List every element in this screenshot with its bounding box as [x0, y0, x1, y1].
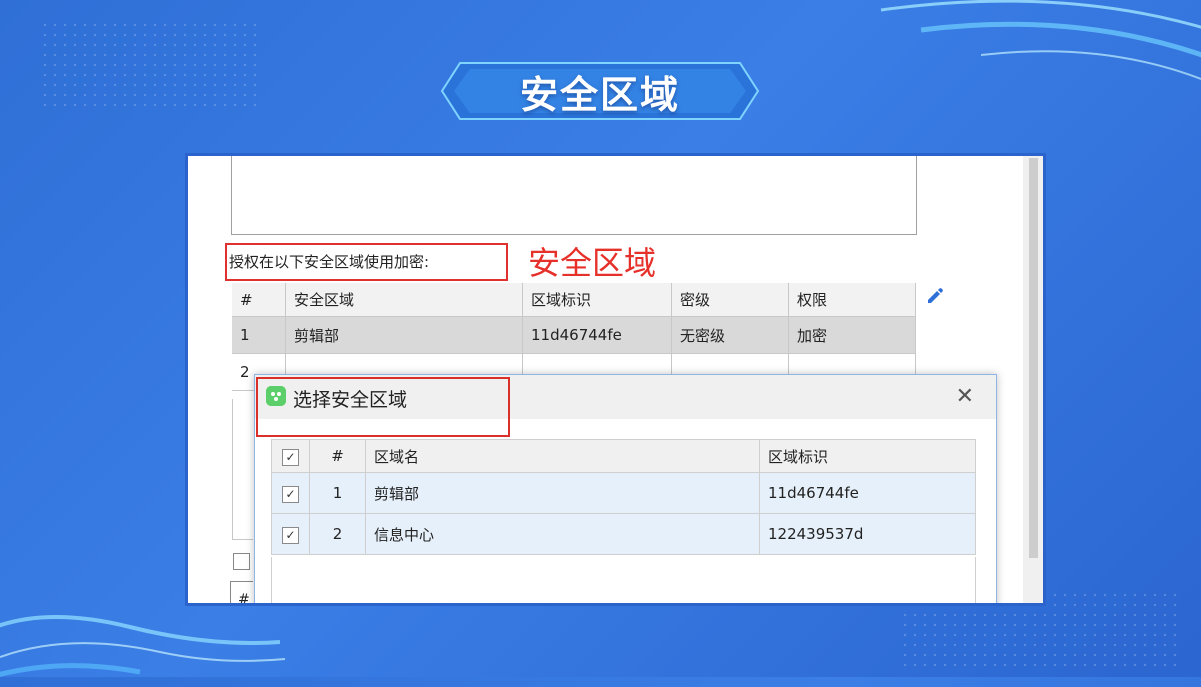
cell-zone-id: 11d46744fe — [522, 316, 672, 354]
select-all-checkbox[interactable]: ✓ — [282, 448, 299, 466]
column-header-level[interactable]: 密级 — [671, 283, 789, 317]
cell-index: 1 — [309, 472, 366, 514]
scrollbar-thumb[interactable] — [1029, 158, 1038, 558]
row-checkbox-cell[interactable]: ✓ — [271, 513, 310, 555]
decorative-dots-left — [40, 20, 260, 110]
cell-zone-name: 信息中心 — [365, 513, 760, 555]
row-checkbox[interactable]: ✓ — [282, 526, 299, 544]
pencil-icon[interactable] — [925, 286, 945, 306]
select-all-cell[interactable]: ✓ — [271, 439, 310, 473]
close-icon[interactable]: ✕ — [956, 384, 974, 409]
decorative-swoosh-bottom-left — [0, 615, 286, 677]
cell-zone: 剪辑部 — [285, 316, 523, 354]
column-header-zone-name[interactable]: 区域名 — [365, 439, 760, 473]
column-header-index[interactable]: # — [309, 439, 366, 473]
cell-zone-id: 122439537d — [759, 513, 976, 555]
cell-index: 2 — [309, 513, 366, 555]
auth-label: 授权在以下安全区域使用加密: — [229, 253, 430, 271]
column-header-zone-id[interactable]: 区域标识 — [759, 439, 976, 473]
table-row[interactable]: ✓ 1 剪辑部 11d46744fe — [271, 472, 976, 514]
annotation-label: 安全区域 — [528, 244, 657, 282]
option-checkbox[interactable] — [233, 553, 250, 570]
column-header-zone-id[interactable]: 区域标识 — [522, 283, 672, 317]
cell-zone-id: 11d46744fe — [759, 472, 976, 514]
dialog-table-header: ✓ # 区域名 区域标识 — [271, 439, 976, 473]
text-area-box — [231, 156, 917, 235]
table-row[interactable]: ✓ 2 信息中心 122439537d — [271, 513, 976, 555]
decorative-swoosh-top-right — [880, 0, 1201, 81]
zone-select-table: ✓ # 区域名 区域标识 ✓ 1 剪辑部 11d46744fe ✓ 2 信息中心… — [271, 439, 976, 555]
table-row[interactable]: 1 剪辑部 11d46744fe 无密级 加密 — [232, 316, 916, 354]
slide-title-badge: 安全区域 — [440, 55, 760, 127]
scrollbar[interactable] — [1023, 156, 1043, 603]
table-header-row: # 安全区域 区域标识 密级 权限 — [232, 283, 916, 317]
cell-permission: 加密 — [788, 316, 916, 354]
column-header-index[interactable]: # — [232, 283, 286, 317]
slide-title: 安全区域 — [519, 72, 680, 117]
row-checkbox-cell[interactable]: ✓ — [271, 472, 310, 514]
cell-zone-name: 剪辑部 — [365, 472, 760, 514]
lower-table-hash: # — [238, 592, 250, 606]
column-header-zone[interactable]: 安全区域 — [285, 283, 523, 317]
row-checkbox[interactable]: ✓ — [282, 485, 299, 503]
cell-index: 1 — [232, 316, 286, 354]
highlight-box-dialog-title — [256, 377, 510, 437]
column-header-permission[interactable]: 权限 — [788, 283, 916, 317]
screenshot-panel: 授权在以下安全区域使用加密: 安全区域 # 安全区域 区域标识 密级 权限 1 … — [185, 153, 1046, 606]
table-body-frame — [232, 399, 253, 540]
table-empty-area — [271, 557, 976, 603]
cell-level: 无密级 — [671, 316, 789, 354]
